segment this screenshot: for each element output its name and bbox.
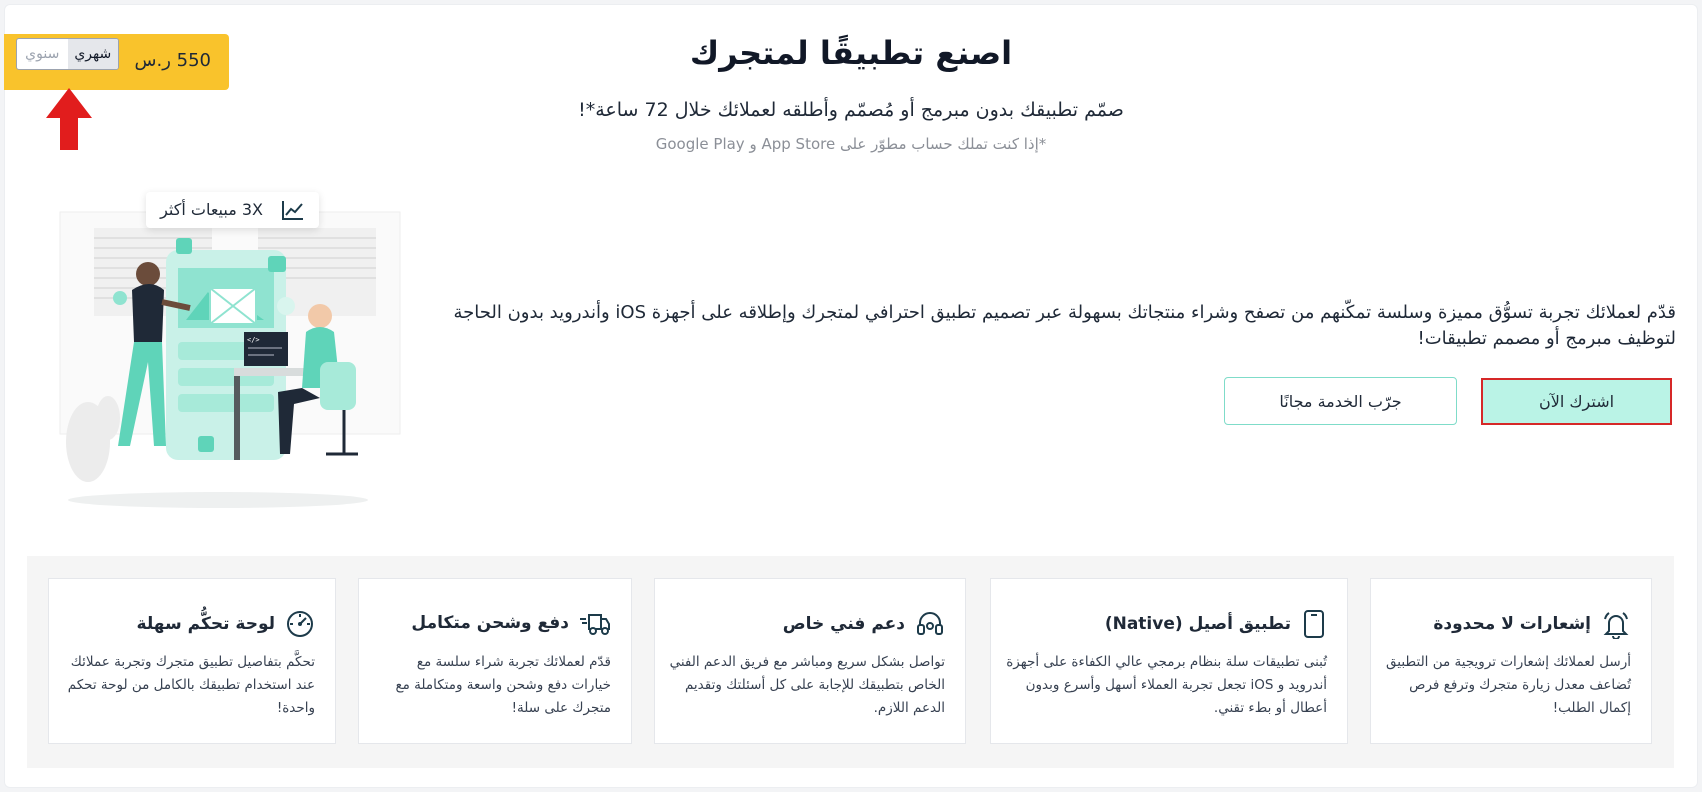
feature-title: دعم فني خاص [782,614,905,634]
app-illustration: </> [59,211,401,508]
feature-body: أرسل لعملائك إشعارات ترويجية من التطبيق … [1386,654,1631,716]
feature-title: لوحة تحكُّم سهلة [136,614,275,634]
page-title: اصنع تطبيقًا لمتجرك [689,34,1013,72]
page-subtitle: صمّم تطبيقك بدون مبرمج أو مُصمّم وأطلقه … [578,99,1124,121]
phone-icon [1304,610,1324,638]
feature-body: تُبنى تطبيقات سلة بنظام برمجي عالي الكفا… [1006,654,1327,716]
feature-title: إشعارات لا محدودة [1433,614,1591,634]
feature-title: دفع وشحن متكامل [411,613,569,633]
feature-body: تواصل بشكل سريع ومباشر مع فريق الدعم الف… [669,654,945,716]
feature-title: تطبيق أصيل (Native) [1104,614,1291,634]
hero-description: قدّم لعملائك تجربة تسوُّق مميزة وسلسة تم… [453,302,1677,349]
trend-chart-icon [282,201,303,220]
feature-body: قدّم لعملائك تجربة شراء سلسة مع خيارات د… [395,654,611,716]
feature-card-notifications: إشعارات لا محدودة أرسل لعملائك إشعارات ت… [1370,578,1652,744]
feature-card-support: دعم فني خاص تواصل بشكل سريع ومباشر مع فر… [654,578,966,744]
code-tag-label: </> [247,336,260,344]
free-trial-button[interactable]: جرّب الخدمة مجانًا [1224,377,1457,425]
sales-badge: 3X مبيعات أكثر [146,192,319,228]
speedometer-icon [287,611,313,637]
feature-card-native: تطبيق أصيل (Native) تُبنى تطبيقات سلة بن… [990,578,1348,744]
sales-badge-text: 3X مبيعات أكثر [160,200,263,219]
feature-body: تحكَّم بتفاصيل تطبيق متجرك وتجربة عملائك… [67,654,315,716]
developer-note: *إذا كنت تملك حساب مطوّر على App Store و… [655,135,1047,153]
headset-icon [917,612,943,635]
bell-icon [1603,612,1629,639]
feature-card-payment-shipping: دفع وشحن متكامل قدّم لعملائك تجربة شراء … [358,578,632,744]
subscribe-button[interactable]: اشترك الآن [1481,378,1672,425]
delivery-truck-icon [580,614,610,635]
feature-card-dashboard: لوحة تحكُّم سهلة تحكَّم بتفاصيل تطبيق مت… [48,578,336,744]
